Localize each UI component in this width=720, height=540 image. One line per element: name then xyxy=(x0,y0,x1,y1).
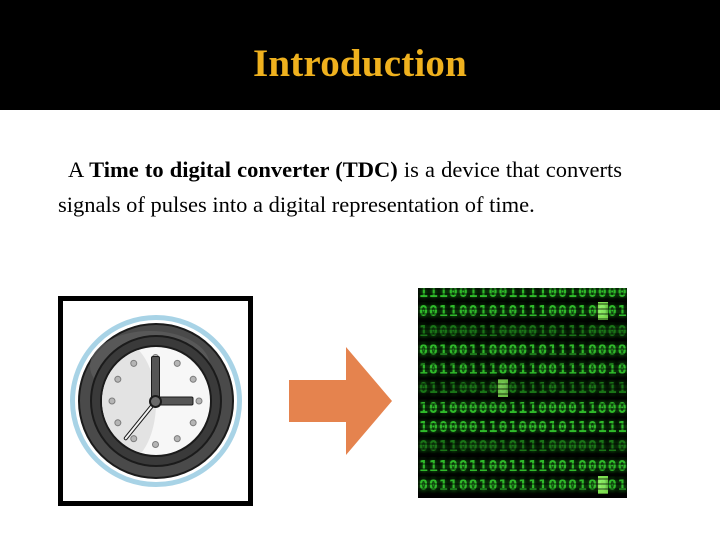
binary-row: 001100001011100000110010 xyxy=(419,437,627,456)
clock-image-frame xyxy=(58,296,253,506)
binary-rows: 1110011001111001000000000011001010111000… xyxy=(418,288,627,495)
right-arrow-icon xyxy=(289,347,392,455)
clock-tick-dot xyxy=(195,397,203,405)
arrow-shape xyxy=(289,347,392,455)
body-lead: A xyxy=(68,157,90,182)
body-rest-a: is a device that converts xyxy=(397,157,623,182)
body-rest-b: signals of pulses into a digital represe… xyxy=(58,192,535,217)
body-term: Time to digital converter (TDC) xyxy=(89,157,398,182)
binary-row: 0010011000010111100001101 xyxy=(419,340,627,359)
clock-tick-dot xyxy=(152,441,159,448)
body-paragraph: A Time to digital converter (TDC) is a d… xyxy=(58,152,662,222)
binary-row: 101000000111000011000110 xyxy=(419,398,627,417)
binary-row: 101101110011001110010011 xyxy=(419,360,627,379)
binary-highlight-block: 0 xyxy=(597,302,608,321)
clock-center-cap xyxy=(149,394,162,408)
binary-matrix-image: 1110011001111001000000000011001010111000… xyxy=(418,288,627,498)
binary-row: 011100100011101110111001 xyxy=(419,379,627,398)
binary-row: 100000110100010110111001 xyxy=(419,418,627,437)
binary-highlight-block: 0 xyxy=(597,475,608,494)
binary-row: 0011001010111000100011110 xyxy=(419,302,627,321)
binary-highlight-block: 0 xyxy=(498,379,509,398)
binary-row: 100000110000101110000110 xyxy=(419,321,627,340)
page-title: Introduction xyxy=(252,42,468,85)
binary-row: 001100101011100010001110 xyxy=(419,475,627,494)
binary-row: 111001100111100100000000 xyxy=(419,288,627,301)
binary-row: 111001100111100100000011 xyxy=(419,456,627,475)
clock-stage xyxy=(63,301,248,501)
clock-tick-dot xyxy=(108,397,116,405)
slide: Introduction A Time to digital converter… xyxy=(0,0,720,540)
